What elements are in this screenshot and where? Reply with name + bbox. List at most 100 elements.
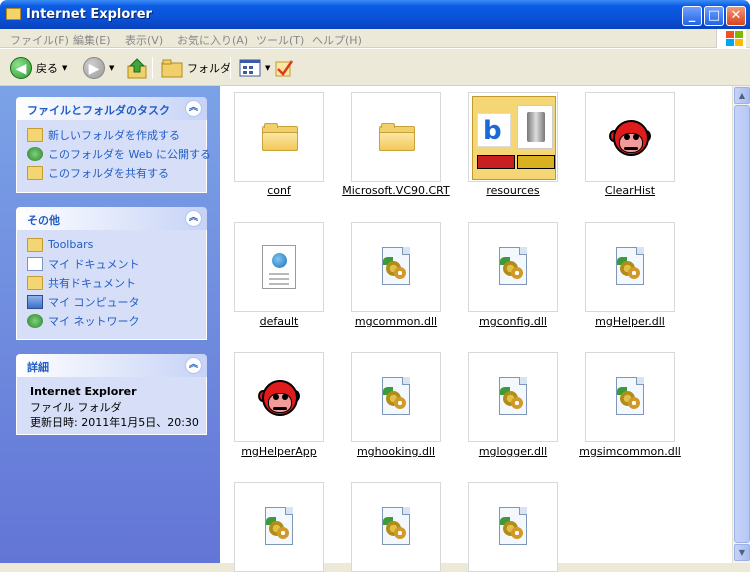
folder-up-icon: [127, 58, 147, 79]
chevron-down-icon[interactable]: ▼: [62, 64, 67, 72]
file-tile[interactable]: [234, 222, 324, 312]
file-name[interactable]: mgHelperApp: [220, 445, 338, 458]
file-name[interactable]: ClearHist: [571, 184, 689, 197]
collapse-icon[interactable]: ︽: [185, 210, 202, 227]
detail-name: Internet Explorer: [30, 385, 137, 398]
dll-icon: [497, 247, 529, 287]
place-my-network[interactable]: マイ ネットワーク: [27, 312, 140, 329]
maximize-button[interactable]: □: [704, 6, 724, 26]
dll-icon: [497, 507, 529, 547]
file-tile[interactable]: [351, 352, 441, 442]
detail-type: ファイル フォルダ: [30, 401, 122, 414]
file-tile[interactable]: [468, 222, 558, 312]
folders-label: フォルダ: [187, 62, 231, 75]
dll-icon: [614, 247, 646, 287]
tasks-panel-title: ファイルとフォルダのタスク: [27, 104, 170, 117]
file-tile[interactable]: [585, 222, 675, 312]
vertical-scrollbar[interactable]: ▲ ▼: [732, 86, 750, 563]
menu-bar: ファイル(F) 編集(E) 表示(V) お気に入り(A) ツール(T) ヘルプ(…: [0, 29, 750, 48]
details-panel-header[interactable]: 詳細 ︽: [16, 354, 207, 377]
file-name[interactable]: mgHelper.dll: [571, 315, 689, 328]
menu-edit[interactable]: 編集(E): [73, 32, 111, 48]
menu-favorites[interactable]: お気に入り(A): [177, 32, 248, 48]
file-tile[interactable]: b: [468, 92, 558, 182]
scroll-up-button[interactable]: ▲: [734, 87, 750, 104]
collapse-icon[interactable]: ︽: [185, 100, 202, 117]
file-tile[interactable]: [234, 482, 324, 572]
close-button[interactable]: ✕: [726, 6, 746, 26]
minimize-button[interactable]: _: [682, 6, 702, 26]
dll-icon: [614, 377, 646, 417]
file-tile[interactable]: [234, 352, 324, 442]
file-name[interactable]: mgconfig.dll: [454, 315, 572, 328]
place-my-computer[interactable]: マイ コンピュータ: [27, 293, 140, 310]
file-name[interactable]: mghooking.dll: [337, 445, 455, 458]
task-publish-web[interactable]: このフォルダを Web に公開する: [27, 145, 211, 162]
file-name[interactable]: conf: [220, 184, 338, 197]
file-tile[interactable]: [468, 482, 558, 572]
file-tile[interactable]: [351, 92, 441, 182]
arrow-left-icon: ◀: [10, 57, 32, 79]
menu-help[interactable]: ヘルプ(H): [312, 32, 362, 48]
task-share-folder[interactable]: このフォルダを共有する: [27, 164, 169, 181]
forward-button[interactable]: ▶ ▼: [83, 54, 114, 82]
other-panel-title: その他: [27, 214, 60, 227]
place-label: マイ コンピュータ: [48, 295, 140, 309]
task-new-folder[interactable]: 新しいフォルダを作成する: [27, 126, 180, 143]
tasks-panel-header[interactable]: ファイルとフォルダのタスク ︽: [16, 97, 207, 120]
other-panel: Toolbars マイ ドキュメント 共有ドキュメント マイ コンピュータ マイ…: [16, 230, 207, 340]
place-label: マイ ドキュメント: [48, 257, 140, 271]
dll-icon: [497, 377, 529, 417]
place-label: 共有ドキュメント: [48, 276, 136, 290]
toolbar: ◀ 戻る ▼ ▶ ▼ フォルダ ▼: [0, 49, 750, 86]
place-shared-documents[interactable]: 共有ドキュメント: [27, 274, 136, 291]
my-network-icon: [27, 313, 43, 328]
dll-icon: [380, 507, 412, 547]
back-label: 戻る: [36, 62, 58, 75]
sync-button[interactable]: [274, 54, 294, 82]
explorer-window: Internet Explorer _ □ ✕ ファイル(F) 編集(E) 表示…: [0, 0, 750, 572]
menu-view[interactable]: 表示(V): [125, 32, 163, 48]
place-label: マイ ネットワーク: [48, 314, 140, 328]
file-name[interactable]: mgsimcommon.dll: [571, 445, 689, 458]
file-tile[interactable]: [585, 92, 675, 182]
folder-thumbnail-icon: b: [472, 96, 556, 180]
file-name[interactable]: resources: [454, 184, 572, 197]
views-icon: [239, 59, 261, 77]
chevron-down-icon[interactable]: ▼: [109, 64, 114, 72]
file-name[interactable]: mgcommon.dll: [337, 315, 455, 328]
place-my-documents[interactable]: マイ ドキュメント: [27, 255, 140, 272]
title-bar[interactable]: Internet Explorer _ □ ✕: [0, 0, 750, 30]
file-tile[interactable]: [585, 352, 675, 442]
folder-icon: [262, 123, 298, 151]
other-panel-header[interactable]: その他 ︽: [16, 207, 207, 230]
scroll-down-button[interactable]: ▼: [734, 544, 750, 561]
file-name[interactable]: default: [220, 315, 338, 328]
file-tile[interactable]: [234, 92, 324, 182]
file-name[interactable]: Microsoft.VC90.CRT: [337, 184, 455, 197]
monkey-app-icon: [258, 380, 302, 418]
chevron-down-icon[interactable]: ▼: [265, 64, 270, 72]
up-button[interactable]: [126, 54, 148, 82]
file-tile[interactable]: [351, 222, 441, 312]
views-button[interactable]: ▼: [239, 54, 270, 82]
menu-file[interactable]: ファイル(F): [10, 32, 69, 48]
task-pane: ファイルとフォルダのタスク ︽ 新しいフォルダを作成する このフォルダを Web…: [0, 86, 220, 563]
scroll-thumb[interactable]: [734, 105, 750, 543]
menu-tools[interactable]: ツール(T): [256, 32, 304, 48]
new-folder-icon: [27, 127, 43, 142]
my-computer-icon: [27, 294, 43, 309]
file-tile[interactable]: [468, 352, 558, 442]
file-tile[interactable]: [351, 482, 441, 572]
toolbar-separator: [152, 57, 153, 79]
folders-button[interactable]: フォルダ: [161, 54, 231, 82]
collapse-icon[interactable]: ︽: [185, 357, 202, 374]
share-folder-icon: [27, 165, 43, 180]
file-name[interactable]: mglogger.dll: [454, 445, 572, 458]
toolbar-separator: [230, 57, 231, 79]
folder-icon: [161, 59, 183, 78]
publish-web-icon: [27, 146, 43, 161]
place-toolbars[interactable]: Toolbars: [27, 236, 93, 253]
back-button[interactable]: ◀ 戻る ▼: [10, 54, 67, 82]
my-documents-icon: [27, 256, 43, 271]
